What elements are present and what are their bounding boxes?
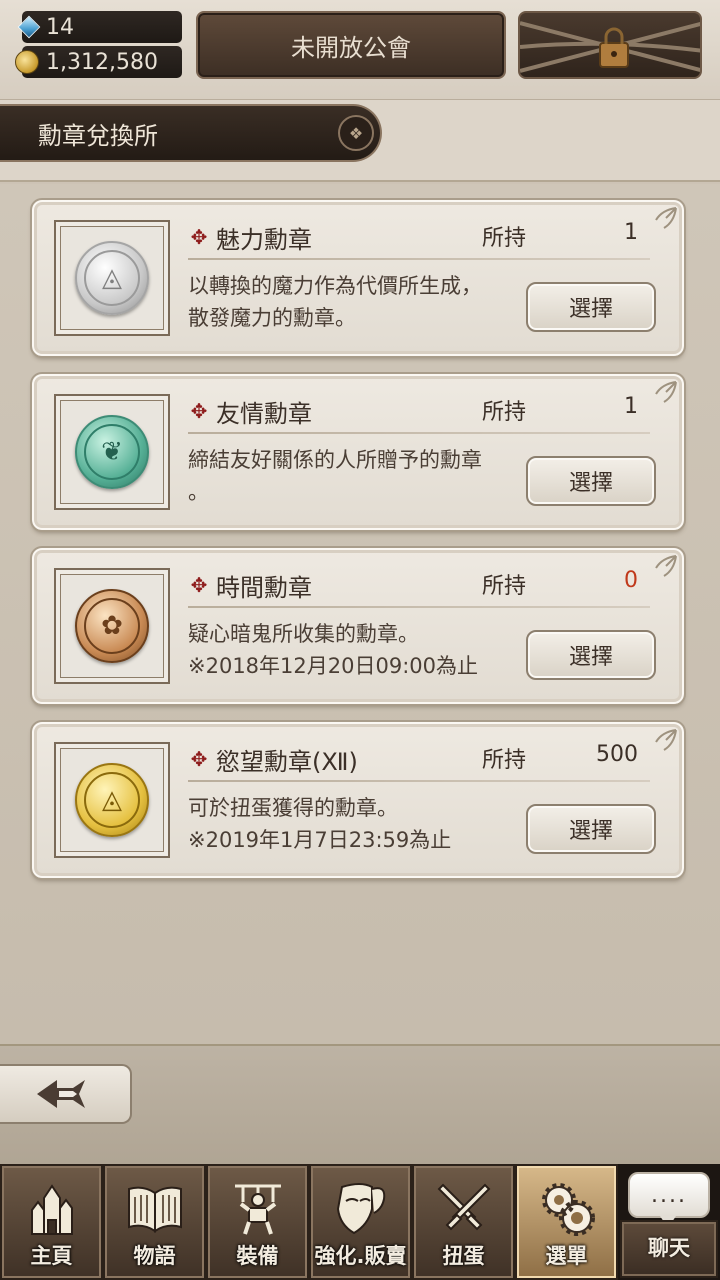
medal-name: 友情勳章 [216, 400, 312, 428]
owned-count: 1 [624, 394, 638, 419]
owned-count: 1 [624, 220, 638, 245]
corner-ornament-icon [655, 729, 677, 751]
select-button[interactable]: 選擇 [526, 804, 656, 854]
cross-bullet-icon: ✥ [190, 225, 208, 249]
nav-item-gacha[interactable]: 扭蛋 [412, 1164, 515, 1280]
guild-button[interactable]: 未開放公會 [196, 11, 506, 79]
nav-item-enhance-sell[interactable]: 強化.販賣 [309, 1164, 412, 1280]
medal-image-frame: ◬ [54, 742, 170, 858]
gold-eye-medal-icon: ◬ [75, 763, 149, 837]
medal-list: ◬ ✥ 魅力勳章 所持 1 以轉換的魔力作為代價所生成， 散發魔力的勳章。 選擇… [0, 184, 720, 1044]
padlock-chains-icon [520, 21, 700, 73]
nav-item-chat[interactable]: .... 聊天 [618, 1164, 720, 1280]
castle-icon [30, 1184, 73, 1235]
owned-label: 所持 [482, 226, 527, 251]
locked-feature-button[interactable] [518, 11, 702, 79]
crossed-swords-icon [437, 1183, 490, 1231]
desc-line: 以轉換的魔力作為代價所生成， [188, 274, 482, 298]
coins-icon [9, 47, 42, 77]
bronze-clock-medal-icon: ✿ [75, 589, 149, 663]
cross-bullet-icon: ✥ [190, 747, 208, 771]
divider [188, 780, 650, 782]
corner-ornament-icon [655, 555, 677, 577]
nav-item-story[interactable]: 物語 [103, 1164, 206, 1280]
bottom-nav: 主頁 物語 裝備 強化.販賣 扭蛋 選單 .... 聊天 [0, 1164, 720, 1280]
nav-label: 物語 [133, 1244, 176, 1268]
medal-description: 締結友好關係的人所贈予的勳章 。 [188, 444, 528, 508]
medal-description: 以轉換的魔力作為代價所生成， 散發魔力的勳章。 [188, 270, 518, 334]
desc-line: 可於扭蛋獲得的勳章。 [188, 796, 398, 820]
gold-counter: 1,312,580 [9, 46, 182, 78]
chat-bubble-icon: .... [628, 1172, 710, 1228]
medal-name: 魅力勳章 [216, 226, 312, 254]
cross-bullet-icon: ✥ [190, 399, 208, 423]
page-title-tab: 勳章兌換所 ❖ [0, 104, 382, 162]
desc-line: ※2018年12月20日09:00為止 [188, 654, 479, 678]
corner-ornament-icon [655, 381, 677, 403]
select-button[interactable]: 選擇 [526, 630, 656, 680]
nav-item-home[interactable]: 主頁 [0, 1164, 103, 1280]
medal-description: 疑心暗鬼所收集的勳章。 ※2018年12月20日09:00為止 [188, 618, 518, 682]
medal-card: ✿ ✥ 時間勳章 所持 0 疑心暗鬼所收集的勳章。 ※2018年12月20日09… [30, 546, 686, 706]
desc-line: 。 [188, 480, 209, 504]
shield-mask-icon [336, 1183, 385, 1235]
puppet-icon [234, 1184, 281, 1235]
select-button[interactable]: 選擇 [526, 456, 656, 506]
medal-image-frame: ◬ [54, 220, 170, 336]
medal-name: 時間勳章 [216, 574, 312, 602]
gem-count: 14 [46, 14, 74, 40]
divider [188, 606, 650, 608]
owned-label: 所持 [482, 748, 527, 773]
back-button[interactable] [0, 1064, 132, 1124]
desc-line: 締結友好關係的人所贈予的勳章 [188, 448, 482, 472]
nav-label: 選單 [545, 1244, 588, 1268]
nav-item-equipment[interactable]: 裝備 [206, 1164, 309, 1280]
ornament-icon: ❖ [338, 115, 374, 151]
desc-line: 疑心暗鬼所收集的勳章。 [188, 622, 419, 646]
nav-label: 聊天 [648, 1236, 690, 1260]
desc-line: ※2019年1月7日23:59為止 [188, 828, 452, 852]
desc-line: 散發魔力的勳章。 [188, 306, 356, 330]
page-title: 勳章兌換所 [38, 121, 158, 150]
medal-image-frame: ❦ [54, 394, 170, 510]
medal-description: 可於扭蛋獲得的勳章。 ※2019年1月7日23:59為止 [188, 792, 518, 856]
nav-label: 裝備 [236, 1244, 279, 1268]
select-button[interactable]: 選擇 [526, 282, 656, 332]
nav-label: 扭蛋 [442, 1244, 485, 1268]
book-icon [127, 1186, 182, 1233]
owned-label: 所持 [482, 400, 527, 425]
page-header: 勳章兌換所 ❖ [0, 100, 720, 182]
divider [188, 432, 650, 434]
divider [188, 258, 650, 260]
corner-ornament-icon [655, 207, 677, 229]
nav-label: 主頁 [30, 1244, 73, 1268]
back-bar [0, 1044, 720, 1164]
medal-card: ◬ ✥ 慾望勳章(Ⅻ) 所持 500 可於扭蛋獲得的勳章。 ※2019年1月7日… [30, 720, 686, 880]
owned-count: 0 [624, 568, 638, 593]
owned-label: 所持 [482, 574, 527, 599]
crystal-icon [12, 12, 42, 42]
owned-count: 500 [596, 742, 638, 767]
gold-count: 1,312,580 [46, 49, 158, 75]
chat-base: 聊天 [620, 1220, 718, 1278]
medal-image-frame: ✿ [54, 568, 170, 684]
medal-card: ◬ ✥ 魅力勳章 所持 1 以轉換的魔力作為代價所生成， 散發魔力的勳章。 選擇 [30, 198, 686, 358]
top-bar: 14 1,312,580 未開放公會 [0, 0, 720, 100]
gem-counter: 14 [17, 11, 182, 43]
medal-card: ❦ ✥ 友情勳章 所持 1 締結友好關係的人所贈予的勳章 。 選擇 [30, 372, 686, 532]
cross-bullet-icon: ✥ [190, 573, 208, 597]
green-friendship-medal-icon: ❦ [75, 415, 149, 489]
back-arrow-icon [37, 1080, 85, 1108]
nav-label: 強化.販賣 [314, 1244, 407, 1268]
nav-item-menu[interactable]: 選單 [515, 1164, 618, 1280]
medal-name: 慾望勳章(Ⅻ) [216, 748, 358, 776]
silver-eye-medal-icon: ◬ [75, 241, 149, 315]
gears-icon [541, 1183, 595, 1236]
